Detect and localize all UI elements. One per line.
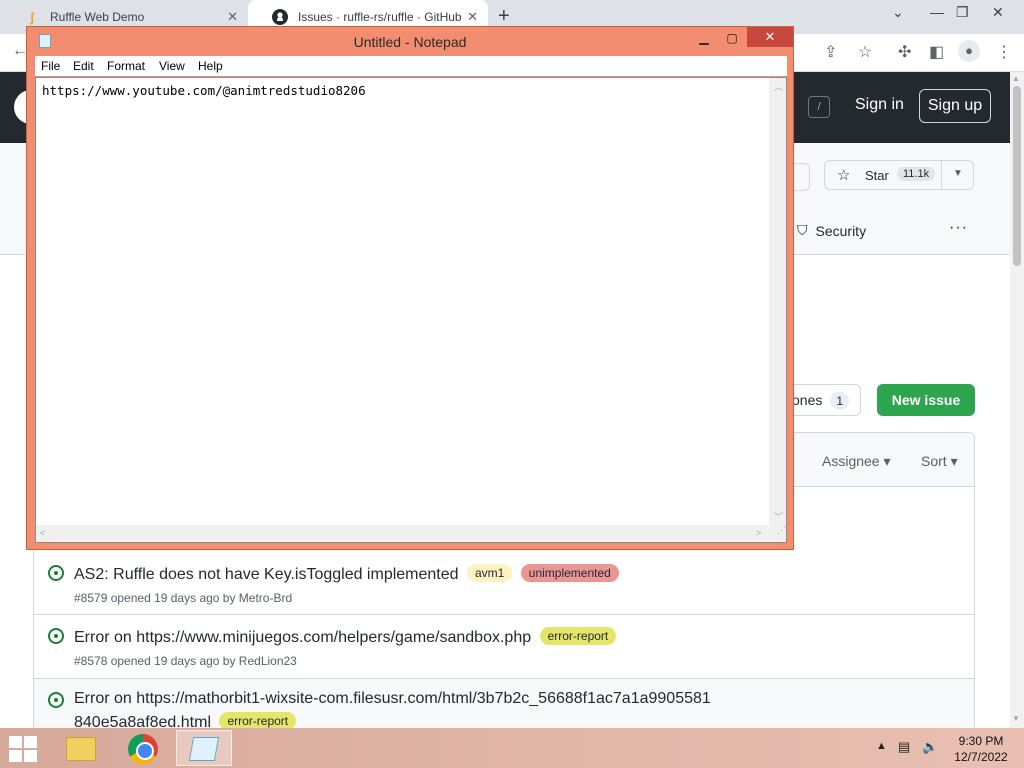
share-icon[interactable]: ⇪ [824,42,837,62]
show-hidden-icons-icon[interactable]: ▲ [876,740,887,752]
menu-help[interactable]: Help [198,59,223,73]
taskbar-notepad[interactable] [176,730,232,766]
maximize-icon[interactable]: ▢ [719,29,745,49]
more-tabs-icon[interactable]: ··· [949,219,968,237]
notepad-titlebar[interactable]: Untitled - Notepad ▁ ▢ ✕ [27,27,793,55]
profile-avatar-icon[interactable]: ● [958,40,980,62]
notepad-content[interactable]: https://www.youtube.com/@animtredstudio8… [42,83,366,98]
close-tab-icon[interactable]: ✕ [467,9,478,25]
bookmark-star-icon[interactable]: ☆ [858,42,872,62]
minimize-icon[interactable]: ▁ [691,29,717,49]
folder-icon [66,737,96,761]
tab-title: Ruffle Web Demo [50,10,145,24]
issue-row: Error on https://www.minijuegos.com/help… [34,615,974,679]
sort-filter-dropdown[interactable]: Sort ▾ [921,453,958,470]
issue-label-error-report[interactable]: error-report [539,627,617,645]
notepad-title: Untitled - Notepad [353,34,467,50]
issue-label-avm1[interactable]: avm1 [466,564,513,582]
scroll-left-arrow-icon[interactable]: < [40,528,45,538]
star-label: Star [865,168,889,183]
menu-edit[interactable]: Edit [73,59,94,73]
shield-icon: ⛉ [797,222,808,238]
close-icon[interactable]: ✕ [747,27,793,47]
menu-view[interactable]: View [159,59,185,73]
notepad-menubar: File Edit Format View Help [35,56,787,76]
new-issue-button[interactable]: New issue [877,384,975,416]
vertical-scrollbar[interactable]: ︿ ﹀ [769,78,786,526]
issue-title-line: AS2: Ruffle does not have Key.isToggled … [74,564,619,584]
ruffle-icon: ʃ [29,9,35,25]
issue-row: AS2: Ruffle does not have Key.isToggled … [34,552,974,615]
issue-opened-icon [48,565,64,581]
notepad-window[interactable]: Untitled - Notepad ▁ ▢ ✕ File Edit Forma… [26,26,794,550]
issue-label-unimplemented[interactable]: unimplemented [520,564,619,582]
issue-title-line: Error on https://www.minijuegos.com/help… [74,627,617,647]
tab-title: Issues · ruffle-rs/ruffle · GitHub [298,10,462,24]
chrome-icon [128,734,158,764]
taskbar-file-explorer[interactable] [54,730,110,766]
extensions-puzzle-icon[interactable]: ✣ [898,42,911,62]
search-shortcut-hint[interactable]: / [808,96,830,118]
issue-title-link[interactable]: AS2: Ruffle does not have Key.isToggled … [74,566,459,583]
tab-security[interactable]: ⛉ Security [797,222,866,239]
new-tab-button[interactable]: + [498,5,510,28]
tab-security-label: Security [815,222,867,239]
scroll-down-arrow-icon[interactable]: ﹀ [774,510,783,523]
issue-meta: #8579 opened 19 days ago by Metro-Brd [74,591,293,605]
issue-meta: #8578 opened 19 days ago by RedLion23 [74,654,297,668]
clock-date: 12/7/2022 [954,750,1008,764]
volume-icon[interactable]: 🔈 [922,739,938,755]
issue-opened-icon [48,628,64,644]
scroll-right-arrow-icon[interactable]: > [756,528,761,538]
sign-up-button[interactable]: Sign up [919,89,991,123]
issue-title-link[interactable]: Error on https://www.minijuegos.com/help… [74,629,531,646]
taskbar-clock[interactable]: 9:30 PM 12/7/2022 [952,733,1010,765]
taskbar-chrome[interactable] [115,730,171,766]
issue-title-link[interactable]: Error on https://mathorbit1-wixsite-com.… [74,690,711,731]
star-count: 11.1k [897,167,936,181]
taskbar: ▲ ▤ 🔈 9:30 PM 12/7/2022 [0,728,1024,768]
menu-file[interactable]: File [41,59,60,73]
browser-menu-icon[interactable]: ⋮ [996,42,1012,62]
restore-icon[interactable]: ❐ [956,4,969,21]
scroll-down-arrow-icon[interactable]: ▼ [1012,714,1020,723]
horizontal-scrollbar[interactable]: < > [36,525,769,542]
page-scroll-thumb[interactable] [1013,86,1021,266]
windows-start-icon[interactable] [9,736,39,762]
chevron-down-icon[interactable]: ▼ [953,168,963,179]
star-icon: ☆ [837,167,851,184]
milestones-count: 1 [830,392,850,410]
milestones-label: ones [792,392,823,408]
star-divider [941,161,942,189]
notepad-icon [188,737,220,761]
github-icon [272,9,288,25]
side-panel-icon[interactable]: ◧ [929,42,944,62]
resize-grip-icon[interactable]: ⋰ [769,525,786,542]
network-icon[interactable]: ▤ [898,739,910,755]
page-scrollbar[interactable]: ▲ ▼ [1010,72,1024,728]
scroll-up-arrow-icon[interactable]: ︿ [774,80,783,93]
clock-time: 9:30 PM [958,734,1004,748]
sign-in-link[interactable]: Sign in [855,96,904,114]
tab-search-icon[interactable]: ⌄ [892,4,904,21]
issue-opened-icon [48,692,64,708]
minimize-icon[interactable]: — [930,4,944,20]
notepad-text-area[interactable]: https://www.youtube.com/@animtredstudio8… [35,77,787,543]
star-button[interactable]: ☆ Star 11.1k ▼ [824,160,974,190]
scroll-up-arrow-icon[interactable]: ▲ [1012,74,1020,83]
menu-format[interactable]: Format [107,59,145,73]
assignee-filter-dropdown[interactable]: Assignee ▾ [822,453,891,470]
close-tab-icon[interactable]: ✕ [227,9,238,25]
close-window-icon[interactable]: ✕ [992,4,1004,21]
